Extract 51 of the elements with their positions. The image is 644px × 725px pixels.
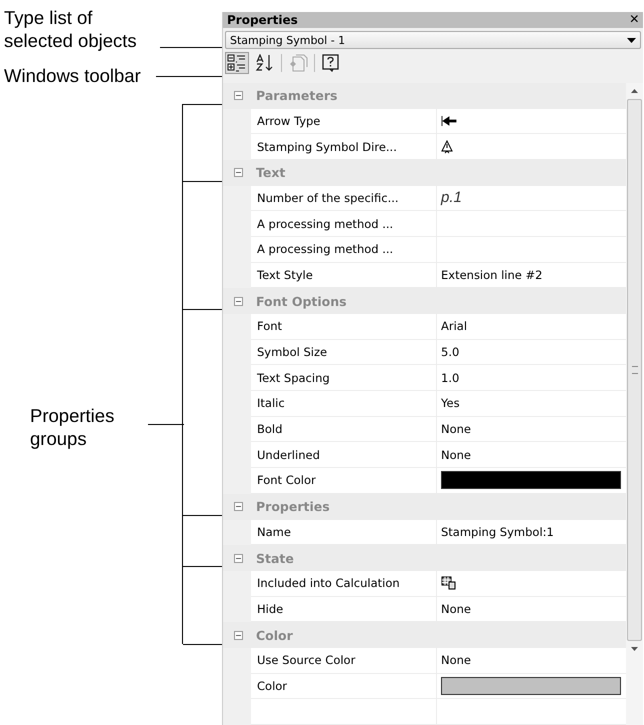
property-value[interactable]: 5.0 — [441, 345, 460, 360]
object-type-dropdown[interactable]: Stamping Symbol - 1 — [225, 31, 641, 49]
scrollbar[interactable] — [626, 82, 643, 725]
collapse-icon[interactable] — [234, 630, 243, 640]
property-value[interactable]: None — [441, 422, 472, 436]
property-name: Font Color — [251, 468, 437, 494]
property-name: Italic — [251, 391, 437, 417]
property-value[interactable]: 1.0 — [441, 370, 460, 385]
property-value[interactable]: None — [441, 653, 472, 668]
collapse-icon[interactable] — [234, 91, 243, 100]
callout-label: Properties groups — [29, 404, 116, 450]
color-swatch[interactable] — [441, 471, 621, 490]
property-name: Name — [251, 520, 437, 546]
property-value[interactable]: None — [441, 602, 472, 616]
property-name: Bold — [251, 416, 437, 442]
collapse-icon[interactable] — [234, 554, 243, 563]
leader-line — [160, 47, 222, 48]
property-value[interactable]: p.1 — [441, 189, 462, 206]
scroll-up-icon[interactable] — [631, 88, 638, 93]
property-name: Font — [251, 314, 437, 340]
property-name: Arrow Type — [251, 108, 437, 134]
callout-label: Windows toolbar — [3, 64, 141, 87]
panel-title: Properties — [227, 13, 298, 28]
property-name: Hide — [251, 596, 437, 622]
property-name: Use Source Color — [251, 648, 437, 674]
property-name: Number of the specific... — [251, 186, 437, 212]
property-name: Included into Calculation — [251, 570, 437, 597]
triangle-icon — [441, 140, 453, 154]
property-name: Color — [251, 674, 437, 700]
arrow-icon — [441, 116, 457, 126]
color-swatch[interactable] — [441, 676, 621, 695]
calculator-icon — [441, 576, 457, 590]
collapse-icon[interactable] — [234, 296, 243, 306]
caret-icon — [627, 38, 636, 43]
property-name: Symbol Size — [251, 340, 437, 366]
close-button[interactable]: × — [630, 12, 639, 28]
property-name: Text Spacing — [251, 365, 437, 392]
scroll-down-icon[interactable] — [631, 646, 638, 651]
property-name: A processing method ... — [251, 236, 437, 263]
property-value[interactable]: Arial — [441, 319, 468, 334]
callout-label: Type list of selected objects — [3, 6, 138, 52]
collapse-icon[interactable] — [234, 502, 243, 512]
leader-line — [148, 424, 184, 425]
categorized-button[interactable] — [225, 52, 249, 74]
property-name: Underlined — [251, 442, 437, 468]
collapse-icon[interactable] — [234, 168, 243, 178]
property-name: A processing method ... — [251, 211, 437, 237]
property-name: Stamping Symbol Dire... — [251, 134, 437, 160]
property-value[interactable]: Yes — [441, 396, 460, 410]
property-name: Text Style — [251, 262, 437, 288]
property-value[interactable]: None — [441, 448, 472, 462]
